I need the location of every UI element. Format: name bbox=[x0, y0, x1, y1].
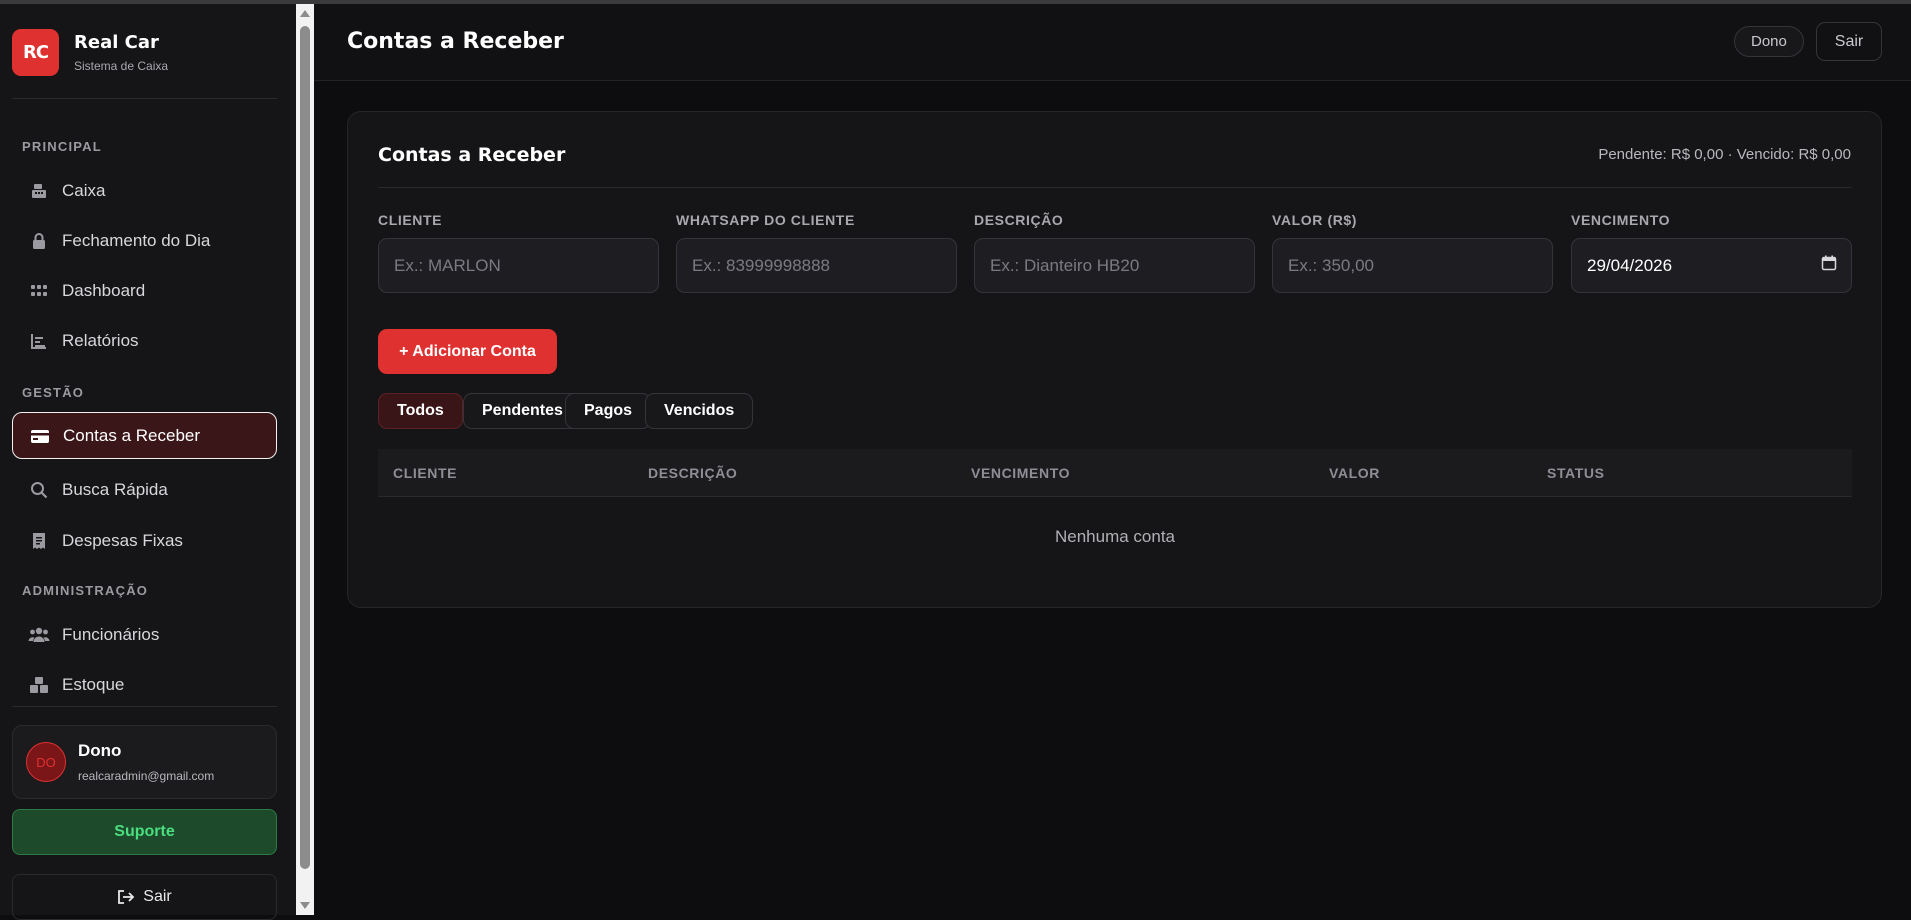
page-title: Contas a Receber bbox=[347, 29, 564, 54]
sidebar-item-label: Contas a Receber bbox=[63, 425, 201, 445]
balance-summary: Pendente: R$ 0,00 · Vencido: R$ 0,00 bbox=[1598, 146, 1851, 163]
sidebar-divider bbox=[12, 98, 277, 99]
column-header-descricao[interactable]: DESCRIÇÃO bbox=[648, 465, 737, 481]
receipt-icon bbox=[28, 530, 50, 552]
sidebar-divider bbox=[12, 706, 277, 707]
sidebar-item-busca-rapida[interactable]: Busca Rápida bbox=[12, 466, 277, 513]
calendar-icon[interactable] bbox=[1821, 255, 1837, 276]
sidebar-item-label: Estoque bbox=[62, 674, 125, 694]
page-header: Contas a Receber Dono Sair bbox=[314, 4, 1911, 81]
sidebar-item-relatorios[interactable]: Relatórios bbox=[12, 317, 277, 364]
avatar: DO bbox=[26, 742, 66, 782]
support-button[interactable]: Suporte bbox=[12, 809, 277, 855]
sidebar-item-label: Funcionários bbox=[62, 624, 160, 644]
brand-logo: RC bbox=[12, 29, 59, 76]
scroll-down-arrow-icon[interactable] bbox=[300, 902, 310, 909]
user-card: DO Dono realcaradmin@gmail.com bbox=[12, 725, 277, 799]
credit-card-icon bbox=[29, 425, 51, 447]
sidebar-logout-label: Sair bbox=[143, 888, 172, 905]
sidebar-scrollbar[interactable] bbox=[296, 4, 314, 915]
column-header-status[interactable]: STATUS bbox=[1547, 465, 1605, 481]
sidebar-item-caixa[interactable]: Caixa bbox=[12, 167, 277, 214]
boxes-icon bbox=[28, 674, 50, 696]
descricao-label: DESCRIÇÃO bbox=[974, 212, 1064, 228]
sidebar-item-label: Despesas Fixas bbox=[62, 530, 183, 550]
sidebar-item-dashboard[interactable]: Dashboard bbox=[12, 267, 277, 314]
user-name: Dono bbox=[78, 741, 122, 760]
descricao-input[interactable] bbox=[974, 238, 1255, 293]
sidebar-item-label: Caixa bbox=[62, 180, 106, 200]
filter-todos[interactable]: Todos bbox=[378, 393, 463, 429]
search-icon bbox=[28, 479, 50, 501]
sidebar-item-label: Fechamento do Dia bbox=[62, 230, 211, 250]
whatsapp-input[interactable] bbox=[676, 238, 957, 293]
lock-icon bbox=[28, 230, 50, 252]
grid-icon bbox=[28, 280, 50, 302]
chart-icon bbox=[28, 330, 50, 352]
sidebar-item-label: Busca Rápida bbox=[62, 479, 168, 499]
accounts-receivable-card: Contas a Receber Pendente: R$ 0,00 · Ven… bbox=[347, 111, 1882, 608]
sidebar-item-funcionarios[interactable]: Funcionários bbox=[12, 611, 277, 658]
scroll-up-arrow-icon[interactable] bbox=[300, 10, 310, 17]
vencimento-value: 29/04/2026 bbox=[1587, 255, 1673, 275]
scrollbar-thumb[interactable] bbox=[300, 26, 310, 869]
sidebar-item-estoque[interactable]: Estoque bbox=[12, 661, 277, 708]
header-logout-button[interactable]: Sair bbox=[1816, 22, 1882, 61]
section-label-gestao: GESTÃO bbox=[22, 385, 85, 400]
cliente-input[interactable] bbox=[378, 238, 659, 293]
sidebar-item-contas-a-receber[interactable]: Contas a Receber bbox=[12, 412, 277, 459]
card-divider bbox=[378, 187, 1852, 188]
sidebar-item-label: Relatórios bbox=[62, 330, 139, 350]
column-header-vencimento[interactable]: VENCIMENTO bbox=[971, 465, 1070, 481]
sidebar-item-fechamento[interactable]: Fechamento do Dia bbox=[12, 217, 277, 264]
brand-name: Real Car bbox=[74, 32, 159, 53]
brand: RC Real Car Sistema de Caixa bbox=[12, 29, 168, 76]
cash-register-icon bbox=[28, 180, 50, 202]
user-email: realcaradmin@gmail.com bbox=[78, 769, 215, 783]
filter-pagos[interactable]: Pagos bbox=[565, 393, 652, 429]
section-label-administracao: ADMINISTRAÇÃO bbox=[22, 583, 149, 598]
empty-table-message: Nenhuma conta bbox=[1054, 527, 1176, 546]
sidebar-item-despesas-fixas[interactable]: Despesas Fixas bbox=[12, 517, 277, 564]
sidebar-item-label: Dashboard bbox=[62, 280, 146, 300]
role-badge: Dono bbox=[1734, 26, 1804, 57]
users-icon bbox=[28, 624, 50, 646]
vencimento-label: VENCIMENTO bbox=[1571, 212, 1671, 228]
card-title: Contas a Receber bbox=[378, 144, 566, 166]
column-header-cliente[interactable]: CLIENTE bbox=[393, 465, 457, 481]
logout-icon bbox=[117, 889, 135, 905]
brand-subtitle: Sistema de Caixa bbox=[74, 59, 169, 73]
filter-vencidos[interactable]: Vencidos bbox=[645, 393, 754, 429]
whatsapp-label: WHATSAPP DO CLIENTE bbox=[676, 212, 855, 228]
sidebar: RC Real Car Sistema de Caixa PRINCIPAL C… bbox=[0, 4, 296, 920]
valor-input[interactable] bbox=[1272, 238, 1553, 293]
column-header-valor[interactable]: VALOR bbox=[1329, 465, 1380, 481]
vencimento-date-input[interactable]: 29/04/2026 bbox=[1571, 238, 1852, 293]
sidebar-logout-button[interactable]: Sair bbox=[12, 874, 277, 920]
add-account-button[interactable]: + Adicionar Conta bbox=[378, 329, 557, 374]
cliente-label: CLIENTE bbox=[378, 212, 443, 228]
valor-label: VALOR (R$) bbox=[1272, 212, 1358, 228]
accounts-table-header: CLIENTE DESCRIÇÃO VENCIMENTO VALOR STATU… bbox=[378, 449, 1852, 497]
section-label-principal: PRINCIPAL bbox=[22, 139, 102, 154]
